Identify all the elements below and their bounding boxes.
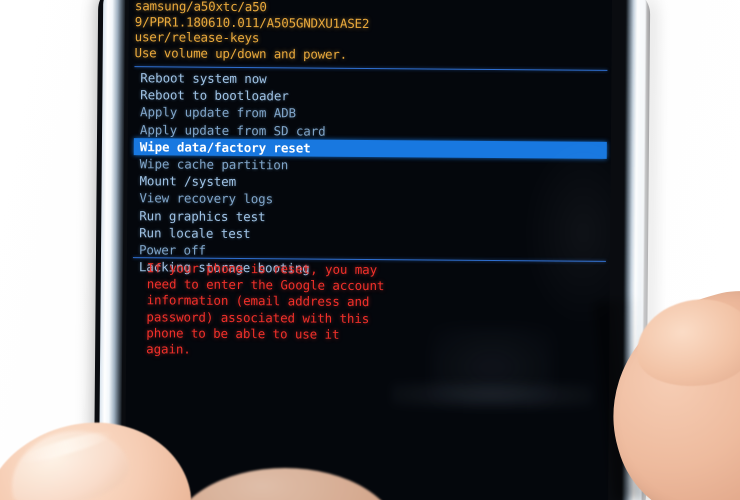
screen-smudge-lower [391,381,592,409]
screen-glare [522,137,613,329]
phone-screen: Android Recovery samsung/a50xtc/a50 9/PP… [124,0,613,500]
screenshot-root: Android Recovery samsung/a50xtc/a50 9/PP… [0,0,740,500]
header-line-instructions: Use volume up/down and power. [134,44,348,62]
recovery-header: Android Recovery samsung/a50xtc/a50 9/PP… [134,0,608,64]
recovery-screen: Android Recovery samsung/a50xtc/a50 9/PP… [131,0,613,500]
